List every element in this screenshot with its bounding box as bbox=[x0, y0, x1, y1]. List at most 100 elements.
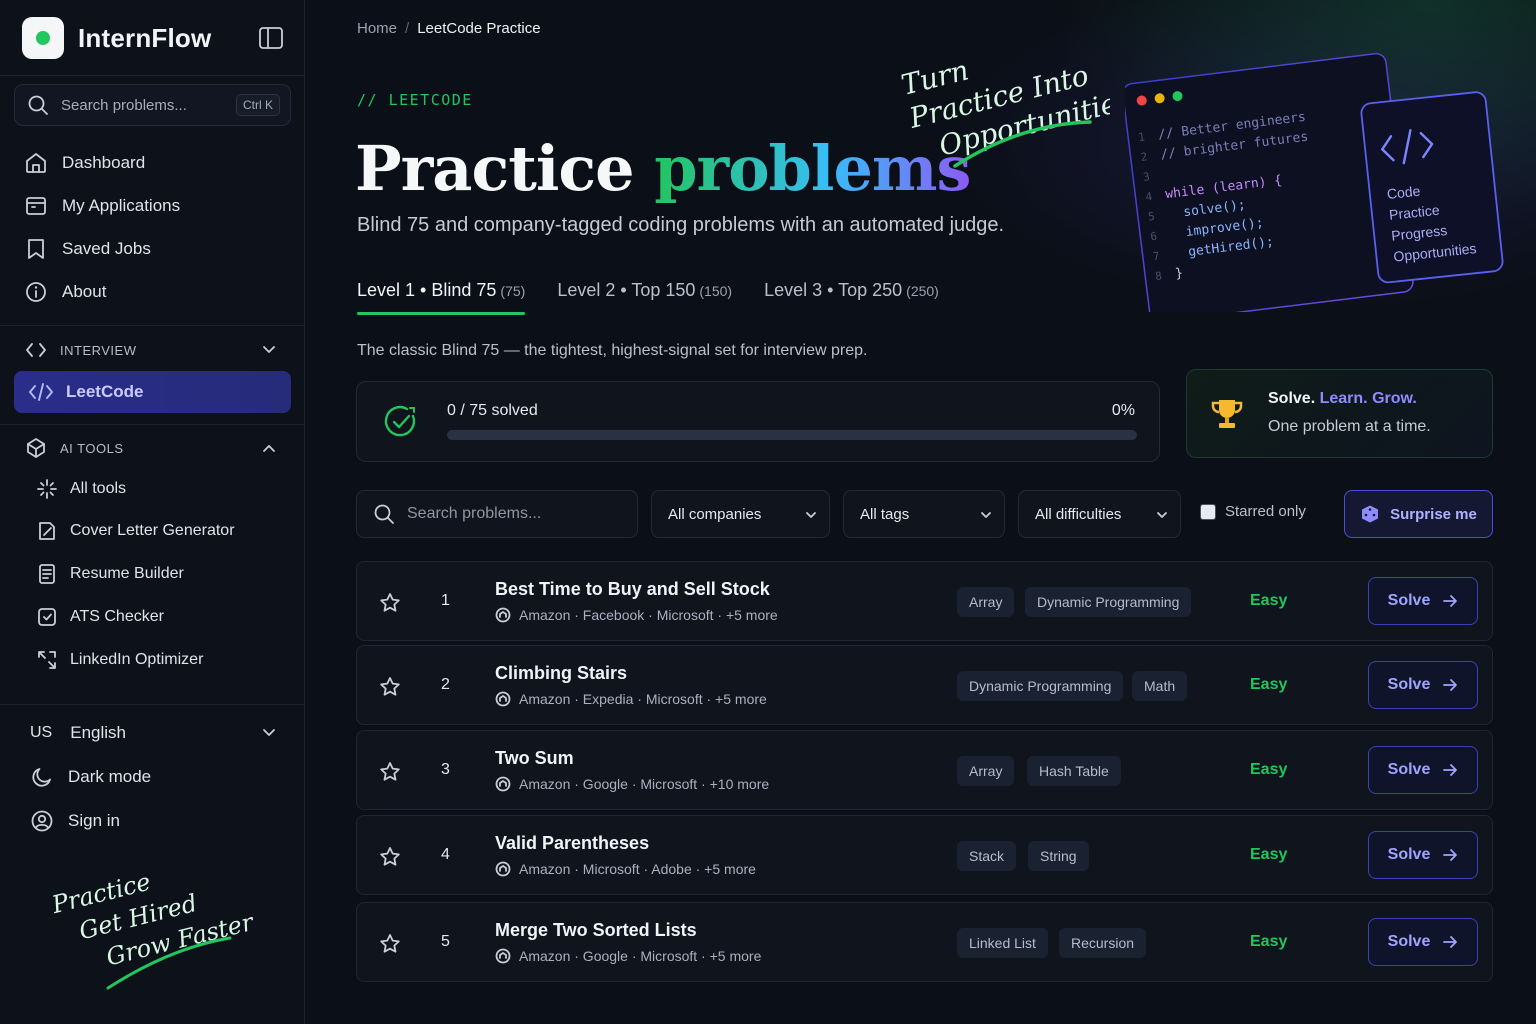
tool-label: ATS Checker bbox=[70, 608, 164, 625]
tag[interactable]: Stack bbox=[957, 841, 1017, 871]
star-icon[interactable] bbox=[379, 592, 401, 614]
moon-icon bbox=[32, 768, 51, 787]
star-icon[interactable] bbox=[379, 676, 401, 698]
tag[interactable]: String bbox=[1028, 841, 1089, 871]
tool-linkedin-optimizer[interactable]: LinkedIn Optimizer bbox=[36, 645, 203, 675]
nav-about[interactable]: About bbox=[24, 275, 106, 309]
info-icon bbox=[26, 282, 46, 302]
progress-bar bbox=[447, 430, 1137, 440]
problem-row[interactable]: 1 Best Time to Buy and Sell Stock Amazon… bbox=[356, 561, 1493, 641]
home-icon bbox=[26, 153, 46, 173]
problem-title[interactable]: Best Time to Buy and Sell Stock bbox=[495, 579, 770, 600]
section-ai-tools[interactable]: AI TOOLS bbox=[24, 433, 280, 463]
search-icon bbox=[374, 504, 394, 524]
tags-select[interactable]: All tags bbox=[843, 490, 1005, 538]
tag[interactable]: Array bbox=[957, 587, 1015, 617]
building-icon bbox=[495, 948, 511, 964]
star-icon[interactable] bbox=[379, 933, 401, 955]
divider bbox=[0, 704, 304, 705]
sparkle-icon bbox=[37, 479, 57, 499]
solve-button[interactable]: Solve bbox=[1368, 661, 1478, 709]
sidebar-script-decoration: Practice Get Hired Grow Faster bbox=[50, 868, 258, 990]
sidebar-collapse-icon[interactable] bbox=[258, 26, 284, 50]
solve-button[interactable]: Solve bbox=[1368, 918, 1478, 966]
brand[interactable]: InternFlow bbox=[22, 16, 284, 60]
surprise-label: Surprise me bbox=[1390, 505, 1477, 523]
tool-resume-builder[interactable]: Resume Builder bbox=[36, 559, 184, 589]
building-icon bbox=[495, 607, 511, 623]
solve-button[interactable]: Solve bbox=[1368, 746, 1478, 794]
chevron-down-icon bbox=[263, 729, 275, 736]
solve-button[interactable]: Solve bbox=[1368, 831, 1478, 879]
companies-text: Amazon · Microsoft · Adobe · +5 more bbox=[519, 861, 756, 877]
tool-ats-checker[interactable]: ATS Checker bbox=[36, 602, 164, 632]
tag[interactable]: Recursion bbox=[1059, 928, 1147, 958]
breadcrumb-home[interactable]: Home bbox=[357, 20, 397, 37]
solve-button[interactable]: Solve bbox=[1368, 577, 1478, 625]
tab-level-3[interactable]: Level 3 • Top 250 (250) bbox=[764, 280, 939, 315]
difficulty-label: Easy bbox=[1250, 592, 1288, 609]
nav-saved-jobs[interactable]: Saved Jobs bbox=[24, 232, 151, 266]
tag[interactable]: Dynamic Programming bbox=[957, 671, 1124, 701]
problem-row[interactable]: 4 Valid Parentheses Amazon · Microsoft ·… bbox=[356, 815, 1493, 895]
tab-level-1[interactable]: Level 1 • Blind 75 (75) bbox=[357, 280, 526, 315]
star-icon[interactable] bbox=[379, 846, 401, 868]
section-interview[interactable]: INTERVIEW bbox=[24, 335, 280, 365]
brand-logo bbox=[22, 17, 64, 59]
nav-label: My Applications bbox=[62, 196, 181, 215]
tag[interactable]: Math bbox=[1132, 671, 1188, 701]
sign-in-label: Sign in bbox=[68, 811, 120, 830]
motto-subtext: One problem at a time. bbox=[1268, 418, 1431, 435]
brand-name: InternFlow bbox=[78, 22, 212, 53]
tool-label: All tools bbox=[70, 480, 127, 497]
problem-title[interactable]: Two Sum bbox=[495, 748, 574, 769]
chevron-down-icon bbox=[263, 346, 275, 353]
code-icon bbox=[26, 343, 46, 357]
language-select[interactable]: US English bbox=[30, 718, 280, 748]
solve-label: Solve bbox=[1387, 676, 1431, 693]
tab-level-2[interactable]: Level 2 • Top 150 (150) bbox=[557, 280, 732, 315]
difficulty-select[interactable]: All difficulties bbox=[1018, 490, 1181, 538]
problem-row[interactable]: 5 Merge Two Sorted Lists Amazon · Google… bbox=[356, 902, 1493, 982]
share-icon bbox=[38, 651, 56, 669]
divider bbox=[0, 424, 304, 425]
surprise-me-button[interactable]: Surprise me bbox=[1344, 490, 1493, 538]
difficulty-label: Easy bbox=[1250, 933, 1288, 950]
tag[interactable]: Array bbox=[957, 756, 1015, 786]
tag[interactable]: Dynamic Programming bbox=[1025, 587, 1192, 617]
dark-mode-toggle[interactable]: Dark mode bbox=[30, 762, 151, 792]
progress-label: 0 / 75 solved bbox=[447, 402, 538, 419]
tag[interactable]: Hash Table bbox=[1027, 756, 1121, 786]
problem-companies: Amazon · Google · Microsoft · +10 more bbox=[495, 776, 769, 792]
problem-title[interactable]: Valid Parentheses bbox=[495, 833, 649, 854]
problem-search-input[interactable]: Search problems... bbox=[356, 490, 638, 538]
tool-cover-letter[interactable]: Cover Letter Generator bbox=[36, 516, 235, 546]
motto-heading: Solve. Learn. Grow. bbox=[1268, 390, 1417, 408]
companies-select[interactable]: All companies bbox=[651, 490, 830, 538]
dice-icon bbox=[1362, 505, 1379, 523]
breadcrumb: Home / LeetCode Practice bbox=[357, 20, 541, 37]
arrow-right-icon bbox=[1443, 849, 1458, 861]
robot-icon bbox=[27, 438, 45, 458]
problem-number: 2 bbox=[441, 676, 450, 693]
starred-only-checkbox[interactable]: Starred only bbox=[1200, 503, 1306, 520]
checkbox-box[interactable] bbox=[1200, 503, 1216, 520]
problem-title[interactable]: Climbing Stairs bbox=[495, 663, 627, 684]
language-code: US bbox=[30, 724, 53, 741]
problem-title[interactable]: Merge Two Sorted Lists bbox=[495, 920, 697, 941]
progress-card: 0 / 75 solved 0% bbox=[356, 381, 1160, 462]
sidebar-search-input[interactable]: Search problems... Ctrl K bbox=[14, 84, 291, 126]
nav-dashboard[interactable]: Dashboard bbox=[24, 146, 145, 180]
tool-all-tools[interactable]: All tools bbox=[36, 474, 126, 504]
problem-row[interactable]: 2 Climbing Stairs Amazon · Expedia · Mic… bbox=[356, 645, 1493, 725]
building-icon bbox=[495, 776, 511, 792]
nav-my-applications[interactable]: My Applications bbox=[24, 189, 180, 223]
nav-leetcode[interactable]: LeetCode bbox=[14, 371, 291, 413]
star-icon[interactable] bbox=[379, 761, 401, 783]
select-value: All companies bbox=[668, 505, 762, 523]
sign-in-button[interactable]: Sign in bbox=[30, 806, 120, 836]
problem-row[interactable]: 3 Two Sum Amazon · Google · Microsoft · … bbox=[356, 730, 1493, 810]
tag[interactable]: Linked List bbox=[957, 928, 1048, 958]
chevron-up-icon bbox=[263, 445, 275, 452]
nav-label: About bbox=[62, 282, 107, 301]
